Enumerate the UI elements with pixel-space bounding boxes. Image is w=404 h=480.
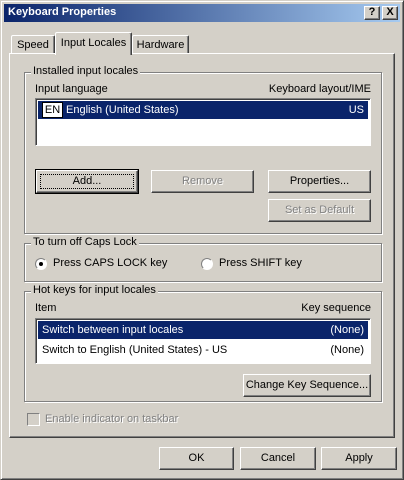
caps-lock-radio[interactable] <box>35 258 47 270</box>
set-as-default-button[interactable]: Set as Default <box>268 199 371 222</box>
apply-button[interactable]: Apply <box>321 447 397 470</box>
installed-locales-group: Installed input locales Input language K… <box>24 65 382 234</box>
change-key-sequence-label: Change Key Sequence... <box>245 379 369 391</box>
table-row[interactable]: Switch between input locales (None) <box>38 321 368 339</box>
remove-button-label: Remove <box>182 175 223 187</box>
caps-lock-radio-label[interactable]: Press CAPS LOCK key <box>53 257 167 269</box>
hot-key-item: Switch between input locales <box>42 324 184 336</box>
focus-indicator <box>40 174 134 189</box>
tab-speed[interactable]: Speed <box>11 35 55 55</box>
cancel-button[interactable]: Cancel <box>240 447 316 470</box>
key-sequence-column-header: Key sequence <box>301 302 371 314</box>
hot-key-sequence: (None) <box>330 324 364 336</box>
table-row[interactable]: Switch to English (United States) - US (… <box>38 341 368 359</box>
caps-lock-group: To turn off Caps Lock Press CAPS LOCK ke… <box>24 236 382 282</box>
help-button[interactable]: ? <box>364 6 380 20</box>
change-key-sequence-button[interactable]: Change Key Sequence... <box>243 374 371 397</box>
close-icon: X <box>386 6 394 18</box>
keyboard-properties-dialog: Keyboard Properties ? X Speed Input Loca… <box>0 0 404 480</box>
hot-keys-group: Hot keys for input locales Item Key sequ… <box>24 284 382 402</box>
installed-locales-list[interactable]: EN English (United States) US <box>35 98 371 146</box>
window-title: Keyboard Properties <box>8 6 117 18</box>
tab-speed-label: Speed <box>17 39 49 51</box>
radio-selected-dot <box>39 262 43 266</box>
shift-radio[interactable] <box>201 258 213 270</box>
question-mark-icon: ? <box>368 6 376 18</box>
tab-hardware-label: Hardware <box>136 39 185 51</box>
hot-keys-group-label: Hot keys for input locales <box>31 284 158 296</box>
keyboard-layout-column-header: Keyboard layout/IME <box>268 83 371 95</box>
caps-lock-group-label: To turn off Caps Lock <box>31 236 139 248</box>
enable-indicator-label[interactable]: Enable indicator on taskbar <box>45 413 178 425</box>
hot-key-sequence: (None) <box>330 344 364 356</box>
add-button[interactable]: Add... <box>35 169 139 194</box>
tab-panel-input-locales: Installed input locales Input language K… <box>9 53 395 438</box>
properties-button[interactable]: Properties... <box>268 170 371 193</box>
ok-button[interactable]: OK <box>159 447 234 470</box>
hot-keys-list[interactable]: Switch between input locales (None) Swit… <box>35 318 371 364</box>
installed-locales-group-label: Installed input locales <box>31 65 141 77</box>
set-as-default-button-label: Set as Default <box>284 204 355 216</box>
input-language-column-header: Input language <box>35 83 108 95</box>
item-column-header: Item <box>35 302 57 314</box>
hot-key-item: Switch to English (United States) - US <box>42 344 228 356</box>
properties-button-label: Properties... <box>289 175 350 187</box>
shift-radio-label[interactable]: Press SHIFT key <box>219 257 302 269</box>
apply-button-label: Apply <box>345 452 373 464</box>
tab-input-locales[interactable]: Input Locales <box>55 32 132 55</box>
title-bar[interactable]: Keyboard Properties ? X <box>4 4 400 22</box>
language-badge: EN <box>42 102 63 118</box>
language-name: English (United States) <box>66 104 179 116</box>
ok-button-label: OK <box>188 452 205 464</box>
remove-button[interactable]: Remove <box>151 170 254 193</box>
tab-hardware[interactable]: Hardware <box>132 35 189 55</box>
list-item[interactable]: EN English (United States) US <box>38 101 368 119</box>
tab-input-locales-label: Input Locales <box>60 37 127 49</box>
cancel-button-label: Cancel <box>260 452 296 464</box>
close-button[interactable]: X <box>382 6 398 20</box>
enable-indicator-checkbox[interactable] <box>27 413 40 426</box>
layout-name: US <box>348 104 364 116</box>
